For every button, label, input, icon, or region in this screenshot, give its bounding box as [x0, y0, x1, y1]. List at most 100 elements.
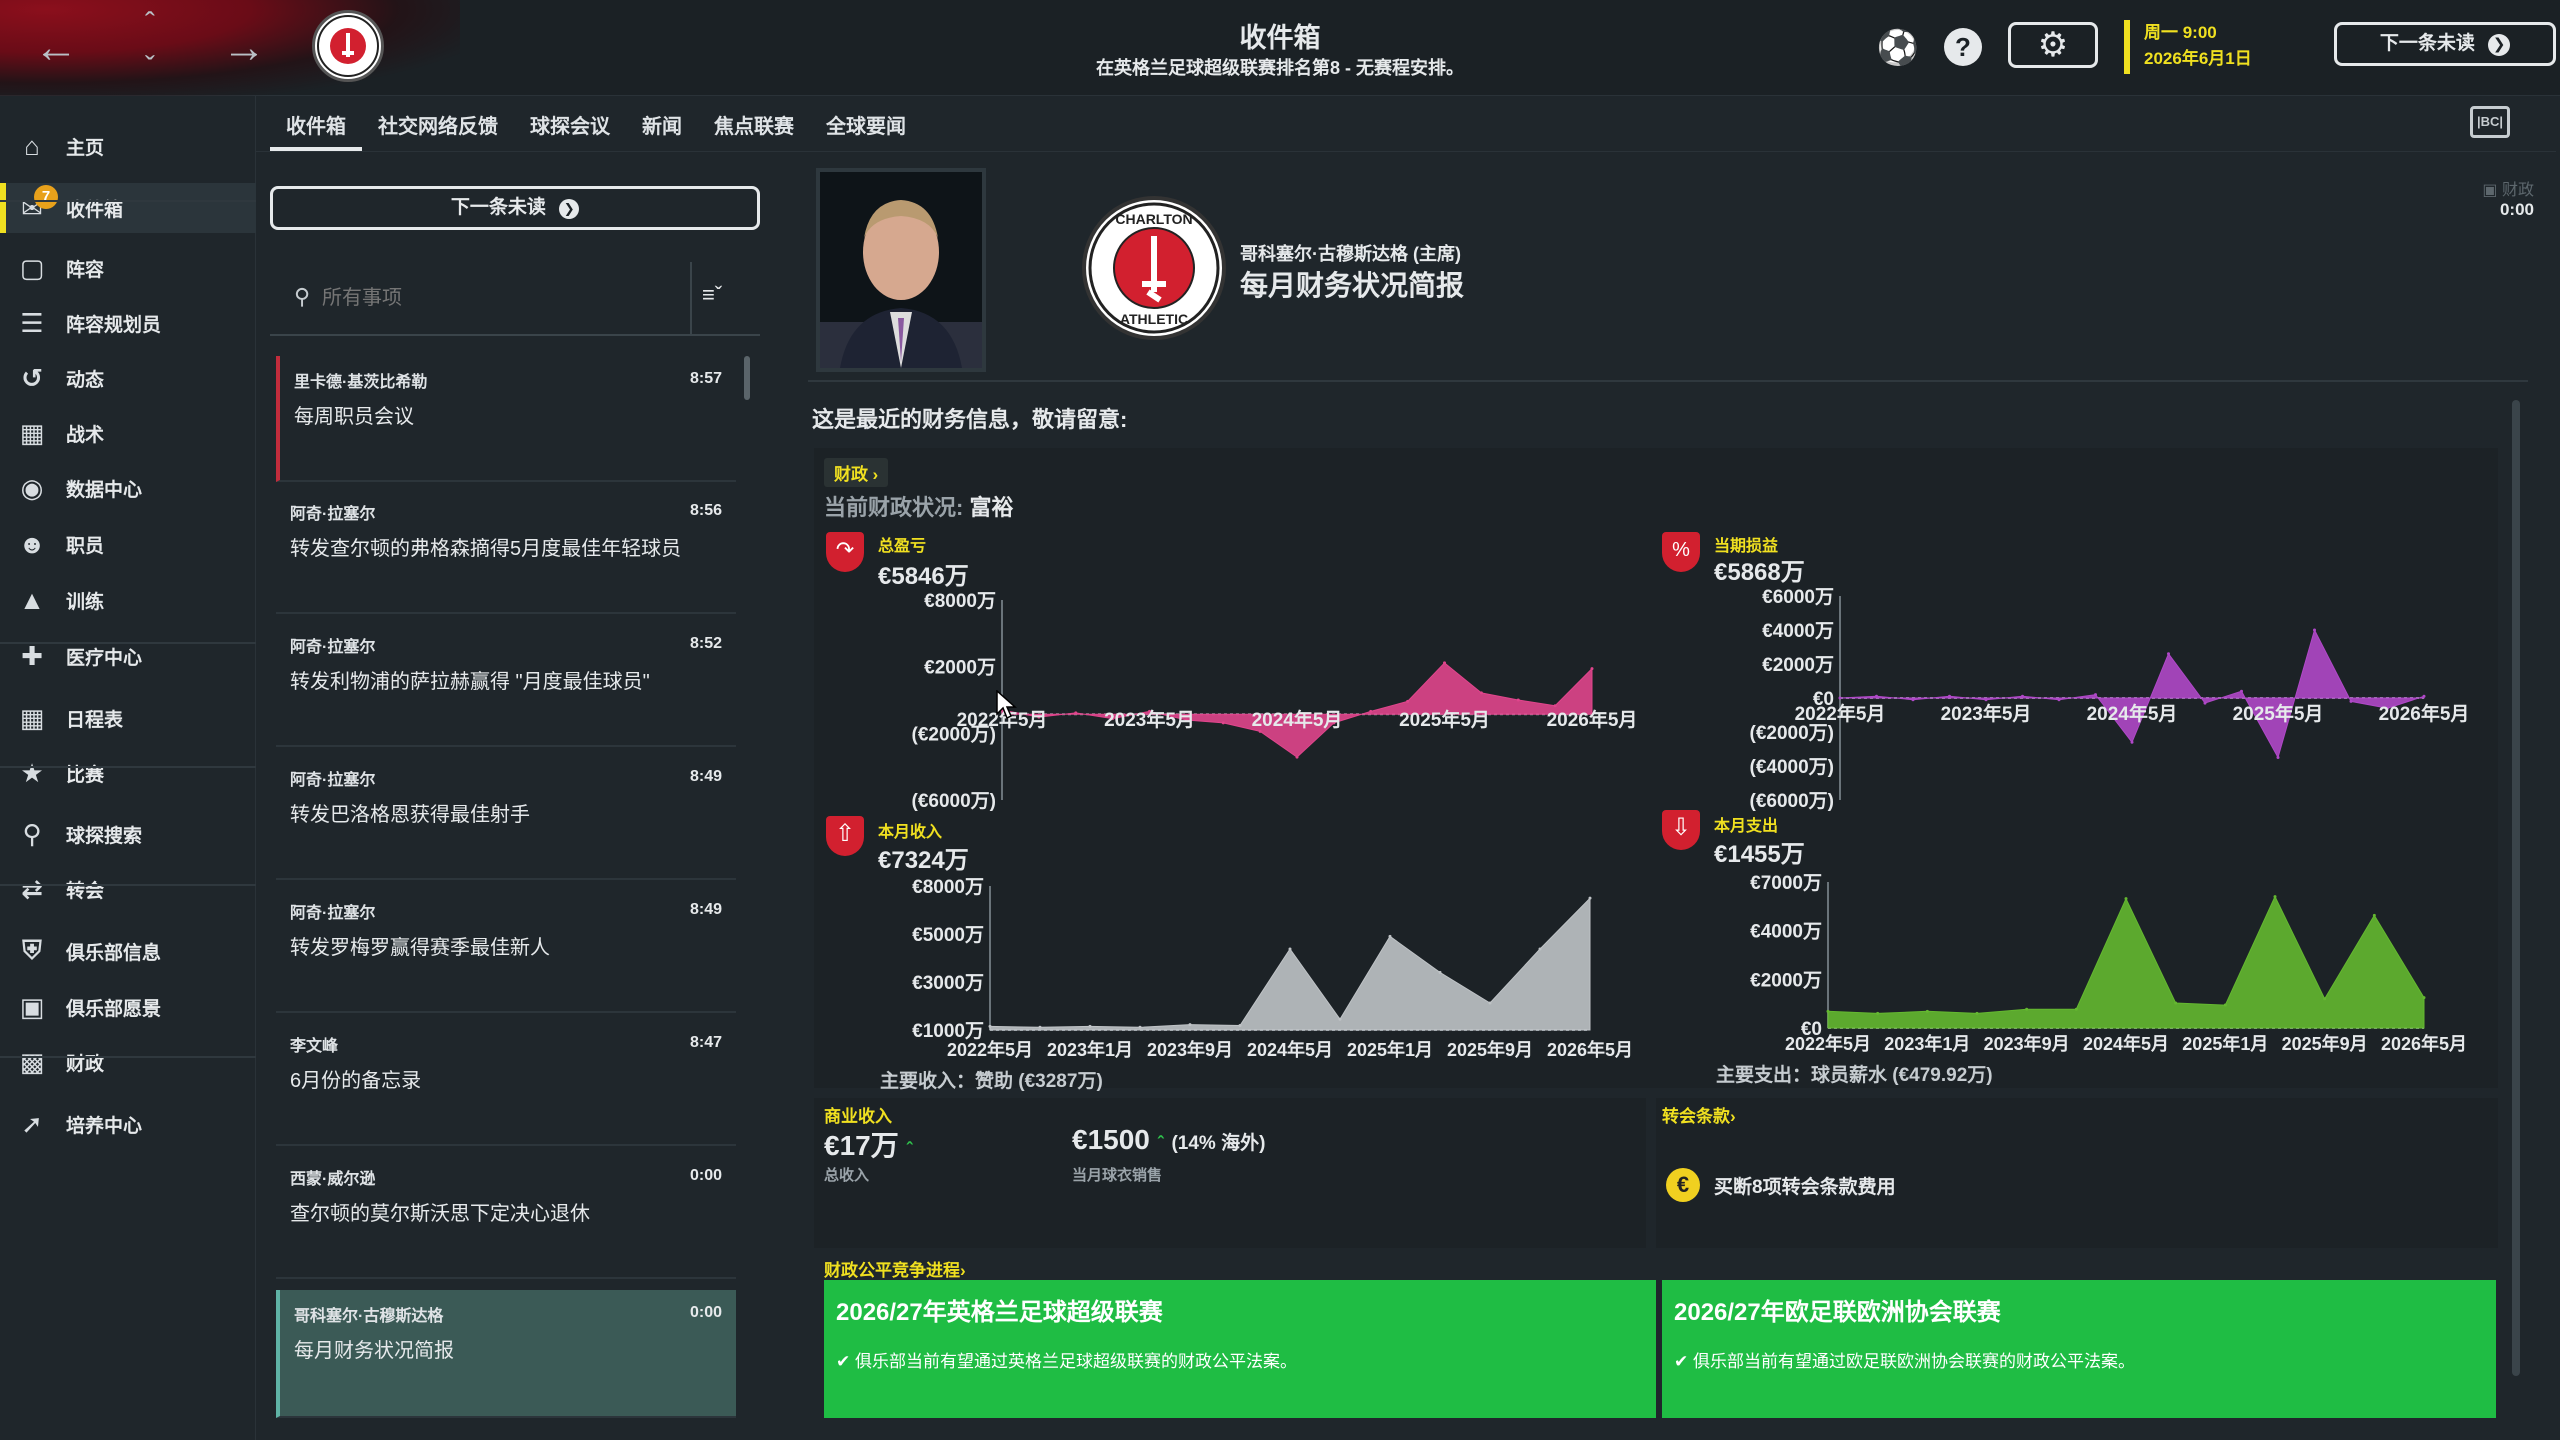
- tactics-icon: ▦: [19, 417, 45, 448]
- sidebar-item-club-info[interactable]: ⛨ 俱乐部信息: [0, 926, 256, 976]
- message-subject: 每月财务状况简报: [294, 1340, 454, 1362]
- top-bar: ← ˆ ˇ → 收件箱 在英格兰足球超级联赛排名第8 - 无赛程安排。 ⚽ ? …: [0, 0, 2560, 96]
- inbox-message[interactable]: 阿奇·拉塞尔 8:49 转发罗梅罗赢得赛季最佳新人: [276, 887, 736, 1013]
- message-intro: 这是最近的财务信息，敬请留意:: [812, 407, 1128, 432]
- tab-3[interactable]: 新闻: [626, 96, 698, 152]
- sidebar-item-staff[interactable]: ☻ 职员: [0, 519, 256, 569]
- continue-label: 下一条未读: [2379, 33, 2475, 54]
- tab-4[interactable]: 焦点联赛: [698, 96, 810, 152]
- finance-corner-link[interactable]: ▣ 财政: [2450, 176, 2534, 200]
- period-profit-icon: %: [1662, 532, 1700, 572]
- home-icon: ⌂: [24, 130, 40, 161]
- message-time: 8:52: [689, 635, 722, 652]
- calendar-icon: ▦: [19, 702, 45, 733]
- sidebar-divider: [0, 200, 256, 202]
- inbox-message[interactable]: 李文峰 8:47 6月份的备忘录: [276, 1020, 736, 1146]
- sidebar-item-trophy[interactable]: ★ 比赛: [0, 748, 256, 798]
- sidebar-item-label: 训练: [66, 591, 105, 613]
- app-root: ← ˆ ˇ → 收件箱 在英格兰足球超级联赛排名第8 - 无赛程安排。 ⚽ ? …: [0, 0, 2560, 1440]
- football-icon[interactable]: ⚽: [1872, 22, 1924, 74]
- clipboard-icon: ☰: [20, 307, 44, 338]
- arrow-right-circle-icon: ❯: [2488, 34, 2511, 56]
- inbox-message[interactable]: 阿奇·拉塞尔 8:49 转发巴洛格恩获得最佳射手: [276, 754, 736, 880]
- ffp-progress-link[interactable]: 财政公平竞争进程›: [824, 1256, 966, 1281]
- message-from: 阿奇·拉塞尔: [290, 905, 376, 922]
- sidebar-item-dynamics[interactable]: ↺ 动态: [0, 353, 256, 403]
- sidebar-item-inbox[interactable]: ✉ 7 收件箱: [0, 183, 256, 233]
- continue-button[interactable]: 下一条未读 ❯: [2334, 22, 2556, 66]
- sidebar-item-tactics[interactable]: ▦ 战术: [0, 408, 256, 458]
- message-subject: 查尔顿的莫尔斯沃思下定决心退休: [290, 1203, 590, 1225]
- inbox-message[interactable]: 哥科塞尔·古穆斯达格 0:00 每月财务状况简报: [276, 1290, 736, 1418]
- layout-toggle-icon[interactable]: |BC|: [2470, 106, 2510, 138]
- finance-link[interactable]: 财政 ›: [824, 458, 889, 487]
- ffp-progress-title: 财政公平竞争进程: [824, 1261, 960, 1280]
- message-time: 0:00: [689, 1304, 722, 1321]
- sidebar-item-shirt[interactable]: ▢ 阵容: [0, 243, 256, 293]
- sidebar-item-training[interactable]: ▲ 训练: [0, 575, 256, 625]
- sidebar-divider: [0, 884, 256, 886]
- message-title: 每月财务状况简报: [1240, 270, 1465, 301]
- shirt-sales-label: 当月球衣销售: [1072, 1167, 1163, 1184]
- sidebar-item-label: 阵容规划员: [66, 314, 162, 336]
- sidebar-item-data-hub[interactable]: ◉ 数据中心: [0, 463, 256, 513]
- chart-value-period: €5868万: [1714, 559, 1805, 586]
- tab-1[interactable]: 社交网络反馈: [362, 96, 514, 152]
- sidebar-item-transfer[interactable]: ⇄ 转会: [0, 864, 256, 914]
- filter-menu-icon[interactable]: ≡ˇ: [702, 282, 722, 308]
- sidebar-item-label: 医疗中心: [66, 647, 143, 669]
- inbox-message[interactable]: 阿奇·拉塞尔 8:52 转发利物浦的萨拉赫赢得 "月度最佳球员": [276, 621, 736, 747]
- chairman-portrait: [820, 172, 982, 368]
- check-icon: ✔: [836, 1352, 851, 1371]
- development-icon: ➚: [21, 1108, 43, 1139]
- sidebar-item-label: 战术: [66, 424, 105, 446]
- club-vision-icon: ▣: [19, 991, 45, 1022]
- tab-5[interactable]: 全球要闻: [810, 96, 922, 152]
- sidebar-item-clipboard[interactable]: ☰ 阵容规划员: [0, 298, 256, 348]
- club-info-icon: ⛨: [22, 935, 42, 965]
- sidebar-item-finances[interactable]: ▩ 财政: [0, 1037, 256, 1087]
- ffp-card-title: 2026/27年欧足联欧洲协会联赛: [1674, 1299, 2001, 1326]
- transfer-clauses-link[interactable]: 转会条款›: [1662, 1102, 1736, 1127]
- help-icon[interactable]: ?: [1944, 28, 1982, 66]
- trophy-icon: ★: [20, 757, 44, 788]
- finance-corner-icon: ▣: [2482, 182, 2498, 199]
- sidebar-item-label: 阵容: [66, 259, 105, 281]
- tab-0[interactable]: 收件箱: [270, 96, 362, 152]
- staff-icon: ☻: [18, 528, 46, 559]
- inbox-tabs: 收件箱 社交网络反馈 球探会议 新闻 焦点联赛 全球要闻: [270, 96, 922, 152]
- crest-text-top: CHARLTON: [1115, 211, 1192, 227]
- gear-icon: ⚙: [2037, 26, 2069, 64]
- message-subject: 每周职员会议: [294, 406, 414, 428]
- sidebar-item-medical[interactable]: ✚ 医疗中心: [0, 631, 256, 681]
- training-icon: ▲: [19, 584, 45, 615]
- tab-2[interactable]: 球探会议: [514, 96, 626, 152]
- message-from: 阿奇·拉塞尔: [290, 772, 376, 789]
- total-income-amount: €17万: [824, 1130, 899, 1161]
- chevron-right-icon: ›: [872, 465, 879, 484]
- date-day: 2026年6月1日: [2144, 49, 2252, 68]
- sidebar-item-home[interactable]: ⌂ 主页: [0, 121, 256, 171]
- check-icon: ✔: [1674, 1352, 1689, 1371]
- inbox-message[interactable]: 阿奇·拉塞尔 8:56 转发查尔顿的弗格森摘得5月度最佳年轻球员: [276, 488, 736, 614]
- sidebar-item-club-vision[interactable]: ▣ 俱乐部愿景: [0, 982, 256, 1032]
- inbox-message[interactable]: 里卡德·基茨比希勒 8:57 每周职员会议: [276, 356, 736, 482]
- inbox-message[interactable]: 西蒙·威尔逊 0:00 查尔顿的莫尔斯沃思下定决心退休: [276, 1153, 736, 1279]
- settings-button[interactable]: ⚙: [2008, 22, 2098, 68]
- sidebar-item-development[interactable]: ➚ 培养中心: [0, 1099, 256, 1149]
- sidebar-item-scouting[interactable]: ⚲ 球探搜索: [0, 809, 256, 859]
- scouting-icon: ⚲: [22, 818, 42, 849]
- trend-up-icon: ˆ: [1157, 1133, 1164, 1153]
- search-input[interactable]: [322, 276, 622, 320]
- ffp-card-text-body: 俱乐部当前有望通过英格兰足球超级联赛的财政公平法案。: [854, 1352, 1297, 1371]
- sidebar-item-calendar[interactable]: ▦ 日程表: [0, 693, 256, 743]
- message-from: 阿奇·拉塞尔: [290, 506, 376, 523]
- game-date[interactable]: 周一 9:00 2026年6月1日: [2124, 20, 2284, 74]
- next-unread-button[interactable]: 下一条未读 ❯: [270, 186, 760, 230]
- main-income-text: 主要收入：赞助 (€3287万): [880, 1071, 1103, 1092]
- commercial-panel: [814, 1098, 1646, 1248]
- finance-status-value: 富裕: [969, 495, 1014, 520]
- inbox-scrollbar[interactable]: [744, 356, 750, 400]
- date-time: 周一 9:00: [2144, 23, 2217, 42]
- content-scrollbar[interactable]: [2512, 400, 2520, 1376]
